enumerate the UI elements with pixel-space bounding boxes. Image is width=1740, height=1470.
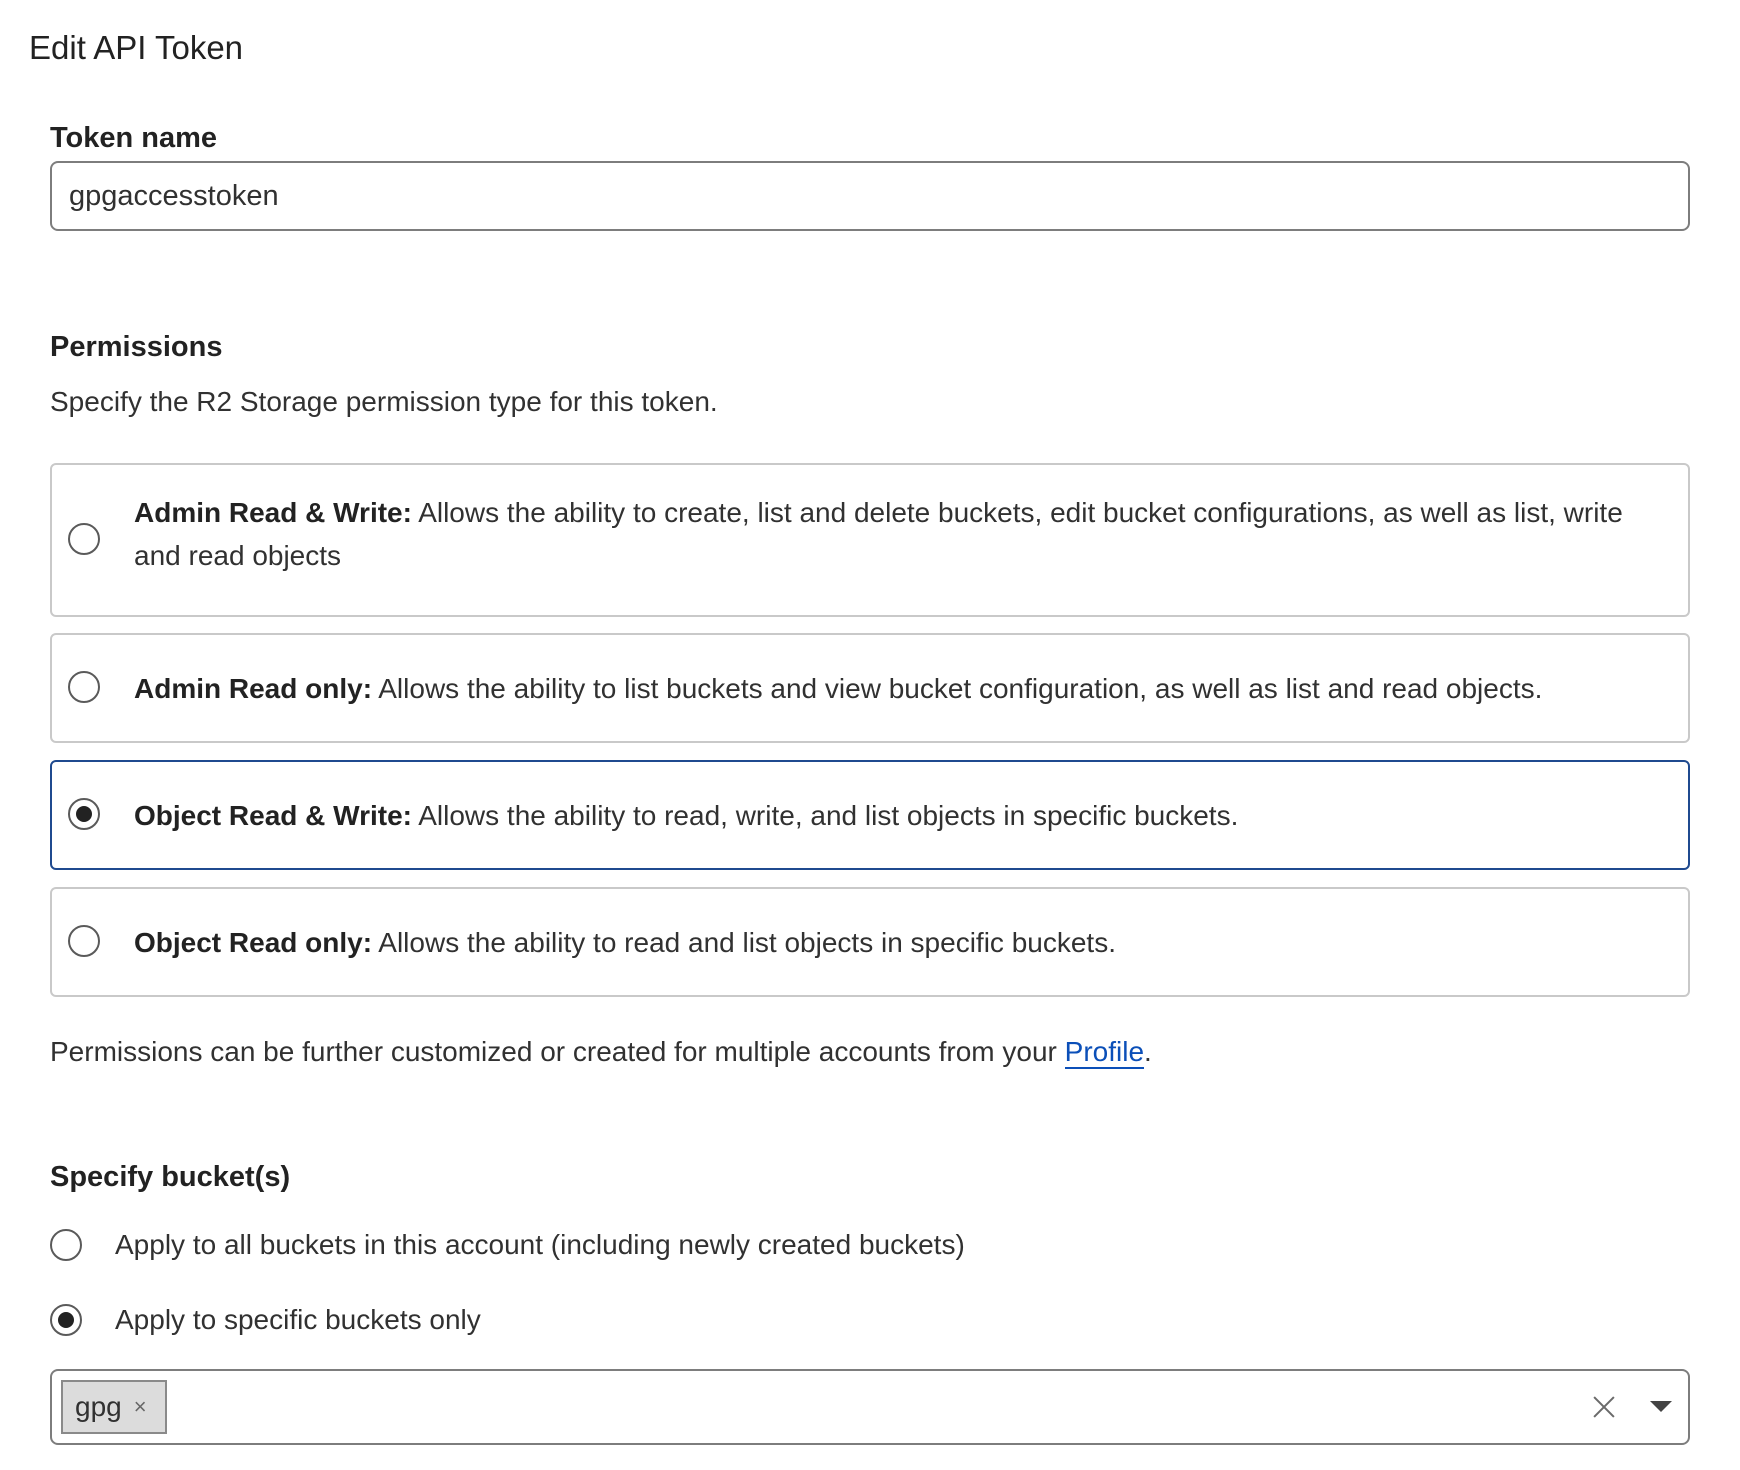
close-icon[interactable]: ×	[134, 1396, 147, 1418]
permission-option-object-read-write[interactable]: Object Read & Write: Allows the ability …	[50, 760, 1690, 870]
permissions-description: Specify the R2 Storage permission type f…	[50, 386, 718, 417]
radio-object-read-only[interactable]	[68, 925, 100, 957]
bucket-chip: gpg ×	[61, 1380, 167, 1434]
permission-option-description: Allows the ability to read and list obje…	[372, 927, 1116, 958]
permission-option-admin-read-only[interactable]: Admin Read only: Allows the ability to l…	[50, 633, 1690, 743]
permission-option-title: Object Read & Write:	[134, 800, 412, 831]
permission-option-text: Object Read & Write: Allows the ability …	[134, 794, 1652, 837]
bucket-chip-label: gpg	[75, 1391, 122, 1422]
page-title: Edit API Token	[29, 29, 244, 66]
permission-option-description: Allows the ability to read, write, and l…	[411, 800, 1239, 831]
clear-icon[interactable]	[1590, 1393, 1618, 1421]
token-name-input[interactable]	[50, 161, 1690, 231]
token-name-label: Token name	[50, 122, 218, 154]
permission-option-description: Allows the ability to list buckets and v…	[372, 673, 1543, 704]
buckets-heading: Specify bucket(s)	[50, 1161, 291, 1193]
bucket-option-label: Apply to all buckets in this account (in…	[115, 1229, 965, 1260]
permissions-heading: Permissions	[50, 331, 223, 363]
radio-bucket-specific[interactable]	[50, 1304, 82, 1336]
permission-option-object-read-only[interactable]: Object Read only: Allows the ability to …	[50, 887, 1690, 997]
radio-object-read-write[interactable]	[68, 798, 100, 830]
bucket-option-label: Apply to specific buckets only	[115, 1304, 481, 1335]
permissions-note: Permissions can be further customized or…	[50, 1034, 1152, 1070]
permission-option-text: Object Read only: Allows the ability to …	[134, 921, 1652, 964]
permission-option-text: Admin Read only: Allows the ability to l…	[134, 667, 1652, 710]
permission-option-title: Admin Read & Write:	[134, 497, 412, 528]
radio-admin-read-only[interactable]	[68, 671, 100, 703]
permissions-note-suffix: .	[1144, 1036, 1152, 1067]
radio-bucket-all[interactable]	[50, 1229, 82, 1261]
bucket-select[interactable]: gpg ×	[50, 1369, 1690, 1445]
chevron-down-icon[interactable]	[1650, 1401, 1672, 1412]
radio-admin-read-write[interactable]	[68, 523, 100, 555]
profile-link[interactable]: Profile	[1064, 1036, 1145, 1069]
permission-option-title: Admin Read only:	[134, 673, 373, 704]
permission-option-title: Object Read only:	[134, 927, 373, 958]
permission-option-text: Admin Read & Write: Allows the ability t…	[134, 491, 1652, 577]
permission-option-admin-read-write[interactable]: Admin Read & Write: Allows the ability t…	[50, 463, 1690, 617]
permissions-note-text: Permissions can be further customized or…	[50, 1036, 1065, 1067]
